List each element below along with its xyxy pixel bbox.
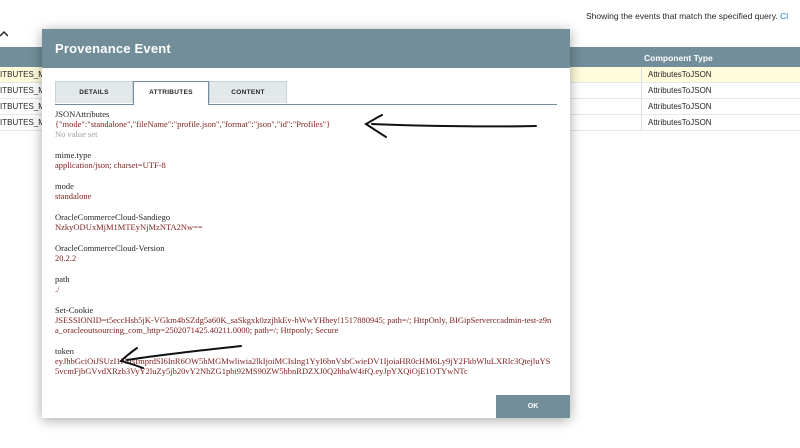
provenance-event-dialog: Provenance Event DETAILS ATTRIBUTES CONT…: [42, 29, 570, 418]
attribute-value: {"mode":"standalone","fileName":"profile…: [55, 119, 331, 129]
attribute-item: mime.type application/json; charset=UTF-…: [55, 150, 553, 170]
ok-button[interactable]: OK: [496, 395, 570, 418]
attribute-name: token: [55, 346, 74, 356]
tab-content[interactable]: CONTENT: [209, 81, 287, 103]
query-status-text: Showing the events that match the specif…: [586, 11, 778, 21]
attribute-value: 20.2.2: [55, 253, 77, 263]
dialog-header: Provenance Event: [42, 29, 570, 68]
row-component-type: AttributesToJSON: [648, 102, 712, 111]
attribute-name: Set-Cookie: [55, 305, 94, 315]
attribute-item: OracleCommerceCloud-Version 20.2.2: [55, 243, 553, 263]
attributes-list[interactable]: JSONAttributes {"mode":"standalone","fil…: [55, 109, 553, 377]
attribute-item: OracleCommerceCloud-Sandiego NzkyODUxMjM…: [55, 212, 553, 232]
attribute-previous-value: No value set: [55, 129, 98, 139]
attribute-name: mime.type: [55, 150, 92, 160]
attribute-name: mode: [55, 181, 74, 191]
attribute-item: mode standalone: [55, 181, 553, 201]
row-component-type: AttributesToJSON: [648, 86, 712, 95]
attribute-name: JSONAttributes: [55, 109, 110, 119]
attribute-value: JSESSIONID=t5eccHsb5jK-VGkm4bSZdg5a60K_s…: [55, 315, 552, 335]
attribute-item: JSONAttributes {"mode":"standalone","fil…: [55, 109, 553, 139]
dialog-tabs: DETAILS ATTRIBUTES CONTENT: [55, 81, 557, 105]
attribute-value: eyJhbGciOiJSUzI1NiIsImprdSI6InR6OW5hMGMw…: [55, 356, 551, 376]
attribute-name: path: [55, 274, 70, 284]
chevron-up-icon[interactable]: [0, 30, 8, 38]
dialog-footer: OK: [42, 388, 570, 418]
attribute-value: application/json; charset=UTF-8: [55, 160, 166, 170]
row-component-type: AttributesToJSON: [648, 118, 712, 127]
attribute-item: Set-Cookie JSESSIONID=t5eccHsb5jK-VGkm4b…: [55, 305, 553, 335]
dialog-title: Provenance Event: [55, 41, 171, 56]
attribute-name: OracleCommerceCloud-Version: [55, 243, 165, 253]
attribute-item: token eyJhbGciOiJSUzI1NiIsImprdSI6InR6OW…: [55, 346, 553, 376]
tab-attributes[interactable]: ATTRIBUTES: [133, 81, 209, 105]
tab-details[interactable]: DETAILS: [55, 81, 133, 103]
row-component-type: AttributesToJSON: [648, 70, 712, 79]
column-header-component-type[interactable]: Component Type: [644, 53, 713, 63]
query-status: Showing the events that match the specif…: [586, 11, 788, 21]
clear-query-link[interactable]: Cl: [780, 11, 788, 21]
attribute-value: standalone: [55, 191, 92, 201]
attribute-value: ./: [55, 284, 60, 294]
attribute-item: path ./: [55, 274, 553, 294]
attribute-value: NzkyODUxMjM1MTEyNjMzNTA2Nw==: [55, 222, 203, 232]
attribute-name: OracleCommerceCloud-Sandiego: [55, 212, 171, 222]
